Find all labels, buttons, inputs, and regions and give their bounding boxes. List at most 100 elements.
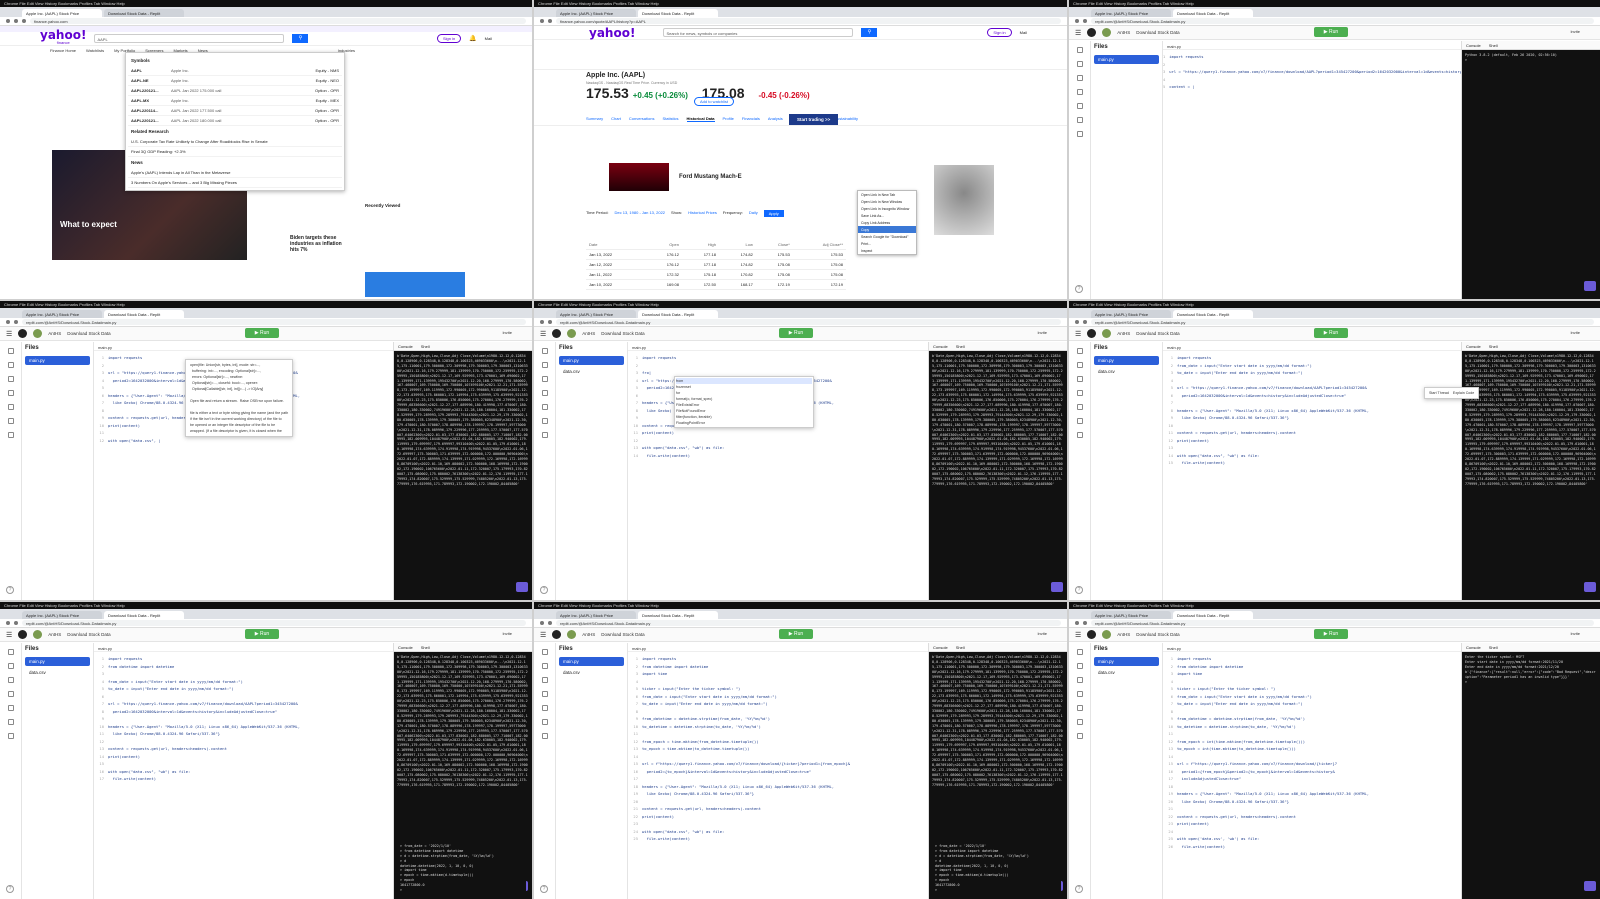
browser-tab[interactable]: Apple Inc. (AAPL) Stock Price xyxy=(22,611,102,619)
file-data-csv[interactable]: data.csv xyxy=(559,668,624,677)
browser-tab[interactable]: Download Stock Data - Replit xyxy=(638,310,718,318)
quote-tab[interactable]: Conversations xyxy=(629,116,655,122)
console-output[interactable]: b'Date,Open,High,Low,Close,Adj Close,Vol… xyxy=(1462,351,1600,600)
code-text[interactable]: import requests from datetime import dat… xyxy=(1177,655,1461,850)
quote-tab[interactable]: Historical Data xyxy=(686,116,715,122)
console-output[interactable]: b'Date,Open,High,Low,Close,Adj Close,Vol… xyxy=(394,351,532,600)
back-icon[interactable] xyxy=(540,621,544,625)
browser-tab[interactable]: Apple Inc. (AAPL) Stock Price xyxy=(1091,310,1171,318)
avatar[interactable] xyxy=(567,630,577,639)
url-field[interactable]: replit.com/@AntHS/Download-Stock-Data#ma… xyxy=(22,620,526,626)
help-icon[interactable]: ? xyxy=(1075,285,1083,293)
column-header[interactable]: Open xyxy=(645,240,682,250)
tab-shell[interactable]: Shell xyxy=(1489,645,1498,650)
packages-icon[interactable] xyxy=(7,390,14,396)
code-area[interactable]: 1 2 3 4 5 6 7 8 9 10 11 12 13 14 15 impo… xyxy=(1163,351,1461,467)
period-picker[interactable]: Dec 13, 1980 - Jan 13, 2022 xyxy=(615,210,665,217)
symbol-result[interactable]: AAPL220114... AAPL Jan 2022 177.500 call O… xyxy=(128,106,342,116)
settings-icon[interactable] xyxy=(7,418,14,424)
files-icon[interactable] xyxy=(7,348,14,354)
ad-title[interactable]: Ford Mustang Mach-E xyxy=(679,174,742,180)
files-icon[interactable] xyxy=(1076,47,1083,53)
settings-icon[interactable] xyxy=(7,719,14,725)
database-icon[interactable] xyxy=(1076,705,1083,711)
browser-tab[interactable]: Apple Inc. (AAPL) Stock Price xyxy=(556,310,636,318)
code-text[interactable]: import requests from datetime import dat… xyxy=(108,655,393,783)
context-menu-item[interactable]: Open Link in New Window xyxy=(858,198,916,205)
context-menu-item[interactable]: Print... xyxy=(858,240,916,247)
tab-shell[interactable]: Shell xyxy=(1489,43,1498,48)
browser-tab[interactable]: Download Stock Data - Replit xyxy=(638,611,718,619)
replit-logo[interactable] xyxy=(552,329,562,338)
symbol-result[interactable]: AAPL Apple Inc. Equity - NMS xyxy=(128,66,342,76)
user-name[interactable]: AntHS xyxy=(1117,30,1130,35)
chat-icon[interactable] xyxy=(516,582,528,592)
tab-console[interactable]: Console xyxy=(1466,645,1481,650)
bell-icon[interactable]: 🔔 xyxy=(469,35,476,42)
code-editor[interactable]: main.py 1 2 3 4 5 6 7 8 9 10 11 12 13 14… xyxy=(1163,342,1462,600)
tab-shell[interactable]: Shell xyxy=(1489,344,1498,349)
menu-icon[interactable]: ☰ xyxy=(1075,29,1081,37)
tab-shell[interactable]: Shell xyxy=(421,344,430,349)
editor-tab[interactable]: main.py xyxy=(94,643,393,652)
file-main-py[interactable]: main.py xyxy=(1094,657,1159,666)
news-item[interactable]: Apple's (AAPL) Intends Lap in All Than i… xyxy=(128,168,342,178)
menu-icon[interactable]: ☰ xyxy=(1075,330,1081,338)
editor-tab[interactable]: main.py xyxy=(1163,643,1461,652)
share-icon[interactable] xyxy=(541,663,548,669)
code-area[interactable]: 1 2 3 4 5 import requests url = "https:/… xyxy=(1163,50,1461,91)
check-icon[interactable] xyxy=(541,432,548,438)
files-icon[interactable] xyxy=(541,348,548,354)
signin-button[interactable]: Sign in xyxy=(987,28,1012,37)
news-item[interactable]: 3 Numbers On Apple's Services -- and 3 B… xyxy=(128,178,342,188)
chat-icon[interactable] xyxy=(1584,881,1596,891)
run-button[interactable]: ▶ Run xyxy=(245,629,279,639)
share-icon[interactable] xyxy=(1076,362,1083,368)
code-text[interactable]: import requests from datetime import dat… xyxy=(642,655,928,843)
menu-icon[interactable]: ☰ xyxy=(1075,631,1081,639)
file-main-py[interactable]: main.py xyxy=(559,356,624,365)
file-main-py[interactable]: main.py xyxy=(1094,356,1159,365)
reload-icon[interactable] xyxy=(1083,19,1087,23)
database-icon[interactable] xyxy=(1076,103,1083,109)
quote-tab[interactable]: Profile xyxy=(723,116,734,122)
editor-tab[interactable]: main.py xyxy=(1163,342,1461,351)
user-name[interactable]: AntHS xyxy=(582,331,595,336)
avatar[interactable] xyxy=(1102,630,1112,639)
avatar[interactable] xyxy=(33,329,43,338)
replit-logo[interactable] xyxy=(18,329,28,338)
files-icon[interactable] xyxy=(7,649,14,655)
back-icon[interactable] xyxy=(1075,621,1079,625)
tab-console[interactable]: Console xyxy=(1466,344,1481,349)
console-output[interactable]: b'Date,Open,High,Low,Close,Adj Close,Vol… xyxy=(929,351,1067,600)
tab-console[interactable]: Console xyxy=(933,344,948,349)
reload-icon[interactable] xyxy=(548,320,552,324)
files-icon[interactable] xyxy=(1076,348,1083,354)
chat-icon[interactable] xyxy=(1584,582,1596,592)
code-editor[interactable]: main.py 1 2 3 4 5 6 7 8 9 10 11 12 13 14… xyxy=(628,643,929,899)
help-icon[interactable]: ? xyxy=(6,885,14,893)
project-name[interactable]: Download Stock Data xyxy=(67,331,110,336)
run-button[interactable]: ▶ Run xyxy=(1314,629,1348,639)
user-name[interactable]: AntHS xyxy=(48,331,61,336)
project-name[interactable]: Download Stock Data xyxy=(67,632,110,637)
back-icon[interactable] xyxy=(6,621,10,625)
browser-tab[interactable]: Apple Inc. (AAPL) Stock Price xyxy=(22,310,102,318)
faucet-ad[interactable] xyxy=(934,165,994,235)
settings-icon[interactable] xyxy=(1076,719,1083,725)
invite-button[interactable]: Invite xyxy=(1037,631,1047,636)
side-headline[interactable]: Biden targets these industries as inflat… xyxy=(290,235,350,253)
search-button[interactable]: ⚲ xyxy=(292,34,309,43)
code-text[interactable]: import requests from_date = input("Enter… xyxy=(1177,354,1461,467)
replit-logo[interactable] xyxy=(552,630,562,639)
url-field[interactable]: replit.com/@AntHS/Download-Stock-Data#ma… xyxy=(556,620,1061,626)
chat-icon[interactable] xyxy=(1051,582,1063,592)
share-icon[interactable] xyxy=(1076,663,1083,669)
browser-tab[interactable]: Apple Inc. (AAPL) Stock Price xyxy=(556,9,636,17)
menu-icon[interactable]: ☰ xyxy=(6,330,12,338)
menu-icon[interactable]: ☰ xyxy=(6,631,12,639)
file-data-csv[interactable]: data.csv xyxy=(559,367,624,376)
help-icon[interactable]: ? xyxy=(1075,885,1083,893)
invite-button[interactable]: Invite xyxy=(502,631,512,636)
database-icon[interactable] xyxy=(1076,404,1083,410)
